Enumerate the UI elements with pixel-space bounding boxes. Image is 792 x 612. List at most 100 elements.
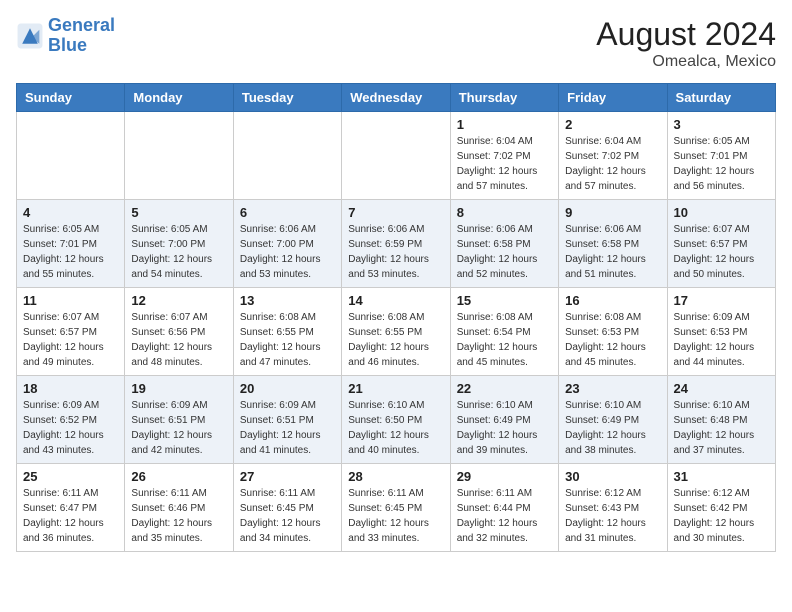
day-info: Sunrise: 6:12 AMSunset: 6:42 PMDaylight:… [674, 486, 769, 546]
calendar-cell: 14Sunrise: 6:08 AMSunset: 6:55 PMDayligh… [342, 288, 450, 376]
day-info: Sunrise: 6:11 AMSunset: 6:47 PMDaylight:… [23, 486, 118, 546]
calendar-cell: 18 Sunrise: 6:09 AMSunset: 6:52 PMDayligh… [17, 376, 125, 464]
day-info: Sunrise: 6:11 AMSunset: 6:45 PMDaylight:… [240, 486, 335, 546]
calendar-cell [233, 112, 341, 200]
calendar-cell: 25 Sunrise: 6:11 AMSunset: 6:47 PMDayligh… [17, 464, 125, 552]
calendar-table: SundayMondayTuesdayWednesdayThursdayFrid… [16, 83, 776, 552]
day-info: Sunrise: 6:08 AMSunset: 6:53 PMDaylight:… [565, 310, 660, 370]
page-header: General Blue August 2024 Omealca, Mexico [16, 16, 776, 71]
calendar-cell: 3 Sunrise: 6:05 AMSunset: 7:01 PMDaylight… [667, 112, 775, 200]
logo-text: General Blue [48, 16, 115, 56]
day-number: 13 [240, 293, 335, 308]
calendar-cell: 30Sunrise: 6:12 AMSunset: 6:43 PMDayligh… [559, 464, 667, 552]
day-number: 8 [457, 205, 552, 220]
day-header-saturday: Saturday [667, 84, 775, 112]
day-info: Sunrise: 6:07 AMSunset: 6:56 PMDaylight:… [131, 310, 226, 370]
calendar-cell: 16 Sunrise: 6:08 AMSunset: 6:53 PMDayligh… [559, 288, 667, 376]
calendar-cell: 20 Sunrise: 6:09 AMSunset: 6:51 PMDayligh… [233, 376, 341, 464]
calendar-week-1: 1 Sunrise: 6:04 AMSunset: 7:02 PMDaylight… [17, 112, 776, 200]
calendar-header-row: SundayMondayTuesdayWednesdayThursdayFrid… [17, 84, 776, 112]
day-number: 24 [674, 381, 769, 396]
calendar-cell: 4 Sunrise: 6:05 AMSunset: 7:01 PMDaylight… [17, 200, 125, 288]
day-info: Sunrise: 6:07 AMSunset: 6:57 PMDaylight:… [23, 310, 118, 370]
day-number: 2 [565, 117, 660, 132]
day-number: 20 [240, 381, 335, 396]
calendar-week-4: 18 Sunrise: 6:09 AMSunset: 6:52 PMDayligh… [17, 376, 776, 464]
day-number: 27 [240, 469, 335, 484]
day-number: 31 [674, 469, 769, 484]
month-title: August 2024 [596, 16, 776, 53]
day-number: 17 [674, 293, 769, 308]
calendar-cell: 7 Sunrise: 6:06 AMSunset: 6:59 PMDaylight… [342, 200, 450, 288]
day-number: 21 [348, 381, 443, 396]
day-info: Sunrise: 6:04 AMSunset: 7:02 PMDaylight:… [565, 134, 660, 194]
day-number: 15 [457, 293, 552, 308]
logo: General Blue [16, 16, 115, 56]
calendar-cell: 24 Sunrise: 6:10 AMSunset: 6:48 PMDayligh… [667, 376, 775, 464]
day-info: Sunrise: 6:10 AMSunset: 6:48 PMDaylight:… [674, 398, 769, 458]
calendar-cell: 12 Sunrise: 6:07 AMSunset: 6:56 PMDayligh… [125, 288, 233, 376]
day-info: Sunrise: 6:09 AMSunset: 6:51 PMDaylight:… [240, 398, 335, 458]
day-number: 30 [565, 469, 660, 484]
day-number: 18 [23, 381, 118, 396]
calendar-cell: 6 Sunrise: 6:06 AMSunset: 7:00 PMDaylight… [233, 200, 341, 288]
calendar-cell: 19 Sunrise: 6:09 AMSunset: 6:51 PMDayligh… [125, 376, 233, 464]
day-info: Sunrise: 6:06 AMSunset: 6:58 PMDaylight:… [457, 222, 552, 282]
day-number: 25 [23, 469, 118, 484]
calendar-cell: 26 Sunrise: 6:11 AMSunset: 6:46 PMDayligh… [125, 464, 233, 552]
calendar-cell: 21 Sunrise: 6:10 AMSunset: 6:50 PMDayligh… [342, 376, 450, 464]
day-info: Sunrise: 6:08 AMSunset: 6:54 PMDaylight:… [457, 310, 552, 370]
logo-line1: General [48, 15, 115, 35]
day-info: Sunrise: 6:07 AMSunset: 6:57 PMDaylight:… [674, 222, 769, 282]
day-info: Sunrise: 6:09 AMSunset: 6:53 PMDaylight:… [674, 310, 769, 370]
calendar-cell: 22Sunrise: 6:10 AMSunset: 6:49 PMDayligh… [450, 376, 558, 464]
day-info: Sunrise: 6:05 AMSunset: 7:01 PMDaylight:… [23, 222, 118, 282]
day-info: Sunrise: 6:11 AMSunset: 6:45 PMDaylight:… [348, 486, 443, 546]
day-info: Sunrise: 6:05 AMSunset: 7:01 PMDaylight:… [674, 134, 769, 194]
day-number: 3 [674, 117, 769, 132]
day-number: 9 [565, 205, 660, 220]
calendar-cell: 2 Sunrise: 6:04 AMSunset: 7:02 PMDaylight… [559, 112, 667, 200]
calendar-cell: 23Sunrise: 6:10 AMSunset: 6:49 PMDayligh… [559, 376, 667, 464]
logo-icon [16, 22, 44, 50]
day-info: Sunrise: 6:10 AMSunset: 6:50 PMDaylight:… [348, 398, 443, 458]
day-number: 26 [131, 469, 226, 484]
day-number: 14 [348, 293, 443, 308]
day-info: Sunrise: 6:09 AMSunset: 6:51 PMDaylight:… [131, 398, 226, 458]
calendar-cell: 10 Sunrise: 6:07 AMSunset: 6:57 PMDayligh… [667, 200, 775, 288]
day-number: 4 [23, 205, 118, 220]
day-info: Sunrise: 6:11 AMSunset: 6:46 PMDaylight:… [131, 486, 226, 546]
logo-line2: Blue [48, 35, 87, 55]
day-number: 12 [131, 293, 226, 308]
day-number: 7 [348, 205, 443, 220]
calendar-cell [342, 112, 450, 200]
calendar-cell: 9Sunrise: 6:06 AMSunset: 6:58 PMDaylight… [559, 200, 667, 288]
title-block: August 2024 Omealca, Mexico [596, 16, 776, 71]
day-info: Sunrise: 6:04 AMSunset: 7:02 PMDaylight:… [457, 134, 552, 194]
day-info: Sunrise: 6:06 AMSunset: 7:00 PMDaylight:… [240, 222, 335, 282]
day-number: 16 [565, 293, 660, 308]
day-header-friday: Friday [559, 84, 667, 112]
day-info: Sunrise: 6:09 AMSunset: 6:52 PMDaylight:… [23, 398, 118, 458]
calendar-cell: 15 Sunrise: 6:08 AMSunset: 6:54 PMDayligh… [450, 288, 558, 376]
calendar-cell: 27 Sunrise: 6:11 AMSunset: 6:45 PMDayligh… [233, 464, 341, 552]
day-info: Sunrise: 6:10 AMSunset: 6:49 PMDaylight:… [565, 398, 660, 458]
day-number: 1 [457, 117, 552, 132]
day-header-monday: Monday [125, 84, 233, 112]
location-subtitle: Omealca, Mexico [596, 53, 776, 71]
day-info: Sunrise: 6:06 AMSunset: 6:59 PMDaylight:… [348, 222, 443, 282]
day-info: Sunrise: 6:05 AMSunset: 7:00 PMDaylight:… [131, 222, 226, 282]
day-number: 28 [348, 469, 443, 484]
day-number: 11 [23, 293, 118, 308]
day-header-tuesday: Tuesday [233, 84, 341, 112]
calendar-cell: 28 Sunrise: 6:11 AMSunset: 6:45 PMDayligh… [342, 464, 450, 552]
day-header-thursday: Thursday [450, 84, 558, 112]
day-number: 6 [240, 205, 335, 220]
day-number: 19 [131, 381, 226, 396]
day-info: Sunrise: 6:11 AMSunset: 6:44 PMDaylight:… [457, 486, 552, 546]
day-number: 10 [674, 205, 769, 220]
calendar-cell: 8 Sunrise: 6:06 AMSunset: 6:58 PMDaylight… [450, 200, 558, 288]
calendar-week-5: 25 Sunrise: 6:11 AMSunset: 6:47 PMDayligh… [17, 464, 776, 552]
day-number: 22 [457, 381, 552, 396]
day-header-wednesday: Wednesday [342, 84, 450, 112]
